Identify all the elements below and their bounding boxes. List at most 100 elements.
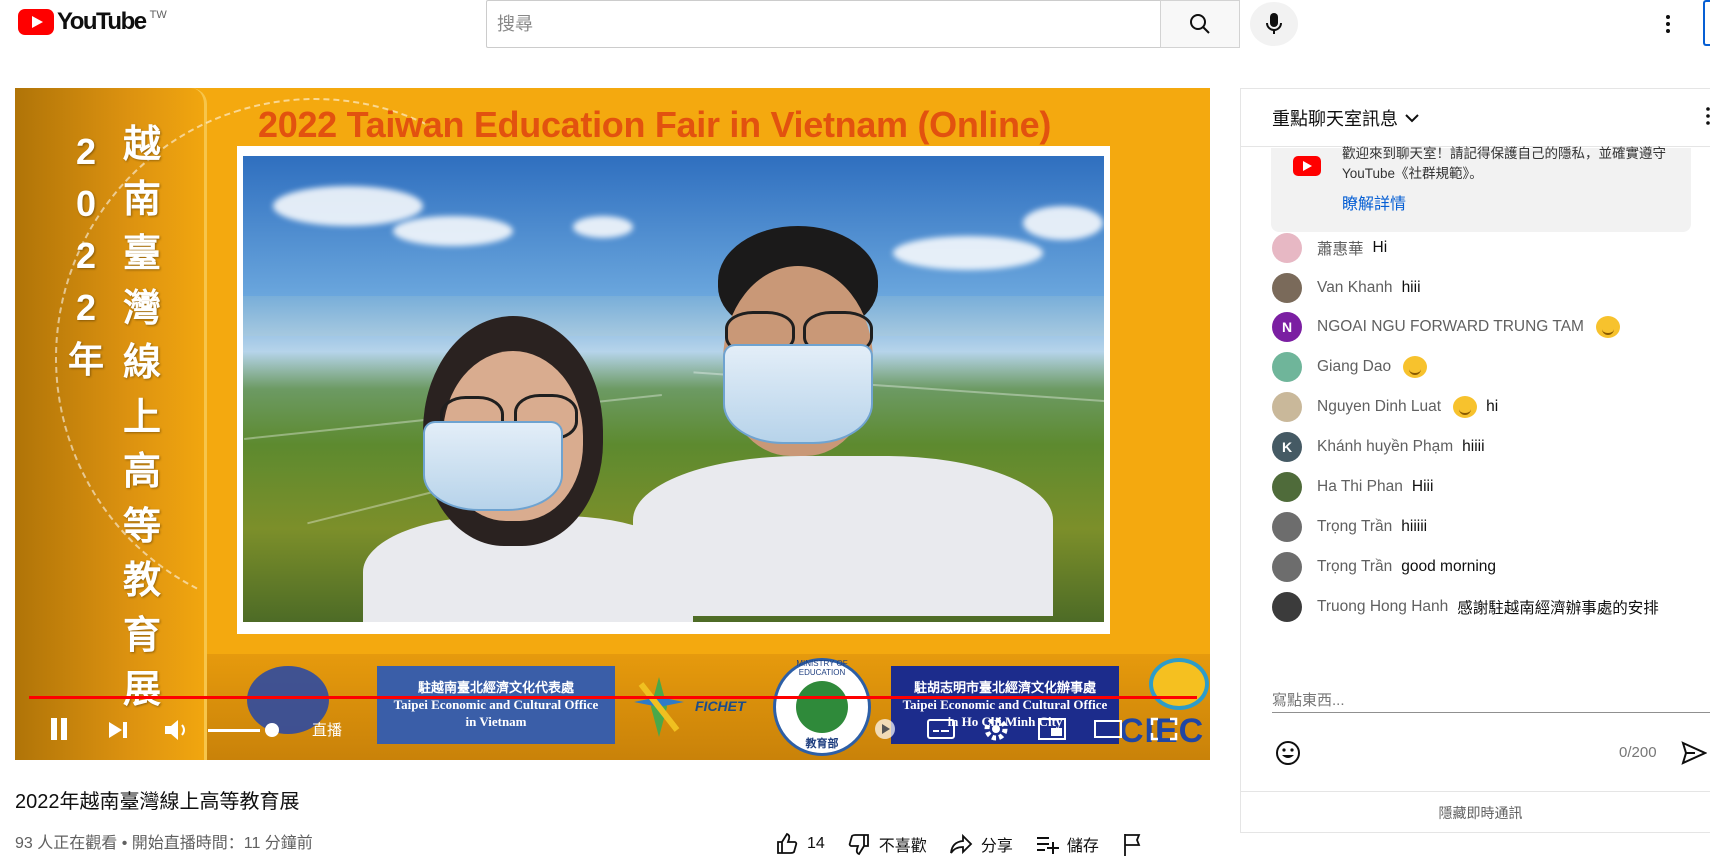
year-char: 2: [75, 235, 97, 276]
video-player[interactable]: 2 0 2 2 年 越 南 臺 灣 線 上 高 等 教 育 展 2022 Tai…: [15, 88, 1210, 760]
thumbs-down-icon: [848, 834, 869, 856]
face-mask: [723, 344, 873, 444]
cloud: [393, 216, 513, 246]
avatar[interactable]: [1272, 352, 1302, 382]
video-frame: [237, 146, 1110, 634]
cloud: [573, 216, 633, 238]
save-button[interactable]: 儲存: [1035, 832, 1099, 856]
flag-icon: [1123, 834, 1141, 856]
like-button[interactable]: 14: [775, 832, 825, 856]
voice-search-button[interactable]: [1250, 2, 1298, 46]
autoplay-toggle-icon[interactable]: [870, 716, 900, 742]
settings-menu-button[interactable]: [1656, 8, 1680, 40]
avatar[interactable]: [1272, 392, 1302, 422]
report-button[interactable]: [1121, 832, 1153, 856]
fair-title: 2022 Taiwan Education Fair in Vietnam (O…: [258, 104, 1052, 145]
chat-text: hi: [1486, 398, 1499, 415]
chat-author[interactable]: Van Khanh: [1317, 279, 1393, 297]
title-char: 線: [123, 342, 162, 384]
office-name-zh: 駐胡志明市臺北經濟文化辦事處: [913, 680, 1096, 695]
chat-message-input[interactable]: [1272, 689, 1710, 713]
chat-text: hiiiii: [1401, 518, 1428, 535]
hide-chat-button[interactable]: 隱藏即時通訊: [1241, 791, 1710, 833]
theater-mode-icon[interactable]: [1093, 716, 1123, 742]
settings-gear-icon[interactable]: [981, 716, 1011, 742]
title-char: 等: [123, 505, 162, 548]
year-char: 2: [75, 287, 97, 328]
chat-message: Giang Dao: [1272, 352, 1428, 382]
search-button[interactable]: [1160, 0, 1240, 48]
youtube-logo-icon: [18, 9, 54, 35]
country-code: TW: [149, 9, 167, 21]
chat-text: 感謝駐越南經濟辦事處的安排: [1457, 600, 1659, 617]
chat-more-icon[interactable]: [1706, 107, 1710, 125]
avatar[interactable]: [1272, 273, 1302, 303]
avatar[interactable]: [1272, 233, 1302, 263]
chat-author[interactable]: Giang Dao: [1317, 358, 1391, 376]
chat-message: Nguyen Dinh Luat hi: [1272, 392, 1498, 422]
chevron-down-icon[interactable]: [1404, 112, 1420, 124]
volume-slider-handle[interactable]: [265, 723, 279, 737]
learn-more-link[interactable]: 瞭解詳情: [1342, 190, 1406, 214]
live-badge[interactable]: 直播: [312, 719, 342, 740]
avatar[interactable]: [1272, 552, 1302, 582]
chat-mode-dropdown[interactable]: 重點聊天室訊息: [1272, 105, 1398, 131]
chat-author[interactable]: Khánh huyền Phạm: [1317, 438, 1453, 456]
chat-text: hiii: [1401, 279, 1421, 296]
title-char: 上: [123, 396, 162, 439]
avatar[interactable]: [1272, 592, 1302, 622]
year-char: 2: [75, 131, 97, 172]
vertical-event-title: 越 南 臺 灣 線 上 高 等 教 育 展: [123, 118, 161, 718]
like-count: 14: [807, 835, 825, 852]
progress-bar[interactable]: [29, 696, 1197, 699]
player-controls: 直播: [15, 700, 1210, 760]
youtube-icon: [1293, 156, 1321, 176]
next-icon[interactable]: [107, 720, 129, 740]
video-actions: 14 不喜歡 分享 儲存: [775, 832, 1175, 856]
chat-author[interactable]: 蕭惠華: [1317, 237, 1364, 259]
title-char: 高: [123, 451, 162, 493]
subtitles-icon[interactable]: [926, 716, 956, 742]
year-char: 年: [68, 339, 105, 380]
chat-author[interactable]: Nguyen Dinh Luat: [1317, 398, 1441, 416]
person-left: [363, 316, 693, 622]
video-title: 2022年越南臺灣線上高等教育展: [15, 791, 300, 813]
title-char: 南: [123, 178, 162, 221]
year-char: 0: [75, 183, 97, 224]
avatar[interactable]: [1272, 512, 1302, 542]
chat-author[interactable]: Ha Thi Phan: [1317, 478, 1403, 496]
chat-message: 蕭惠華 Hi: [1272, 233, 1387, 263]
avatar[interactable]: [1272, 472, 1302, 502]
volume-slider[interactable]: [208, 729, 260, 732]
chat-author[interactable]: Truong Hong Hanh: [1317, 598, 1448, 616]
title-char: 灣: [123, 287, 162, 330]
fullscreen-icon[interactable]: [1149, 716, 1179, 742]
miniplayer-icon[interactable]: [1037, 716, 1067, 742]
search-input[interactable]: [486, 0, 1160, 48]
dislike-label: 不喜歡: [878, 838, 927, 855]
youtube-logo[interactable]: YouTube TW: [18, 9, 167, 35]
cloud: [273, 186, 423, 226]
landscape-background: [243, 156, 1104, 622]
volume-icon[interactable]: [163, 718, 191, 742]
chat-message: Trọng Trần good morning: [1272, 552, 1496, 582]
chat-author[interactable]: Trọng Trần: [1317, 558, 1392, 576]
welcome-message: 歡迎來到聊天室！請記得保護自己的隱私，並確實遵守 YouTube《社群規範》。: [1342, 146, 1666, 181]
sign-in-button[interactable]: [1703, 0, 1710, 46]
face-mask: [423, 421, 563, 511]
search-box: [486, 0, 1240, 48]
pause-button[interactable]: [49, 718, 69, 740]
emoji-picker-icon[interactable]: [1274, 739, 1302, 767]
chat-author[interactable]: Trọng Trần: [1317, 518, 1392, 536]
send-icon[interactable]: [1681, 741, 1707, 765]
avatar[interactable]: K: [1272, 432, 1302, 462]
hugging-face-emoji-icon: [1595, 316, 1620, 338]
chat-author[interactable]: NGOAI NGU FORWARD TRUNG TAM: [1317, 318, 1584, 336]
share-button[interactable]: 分享: [949, 832, 1013, 856]
dislike-button[interactable]: 不喜歡: [847, 832, 927, 856]
chat-message: Truong Hong Hanh 感謝駐越南經濟辦事處的安排: [1272, 592, 1659, 622]
chat-message: Trọng Trần hiiiii: [1272, 512, 1427, 542]
smiling-face-emoji-icon: [1403, 356, 1428, 378]
avatar[interactable]: N: [1272, 312, 1302, 342]
char-counter: 0/200: [1619, 744, 1657, 761]
